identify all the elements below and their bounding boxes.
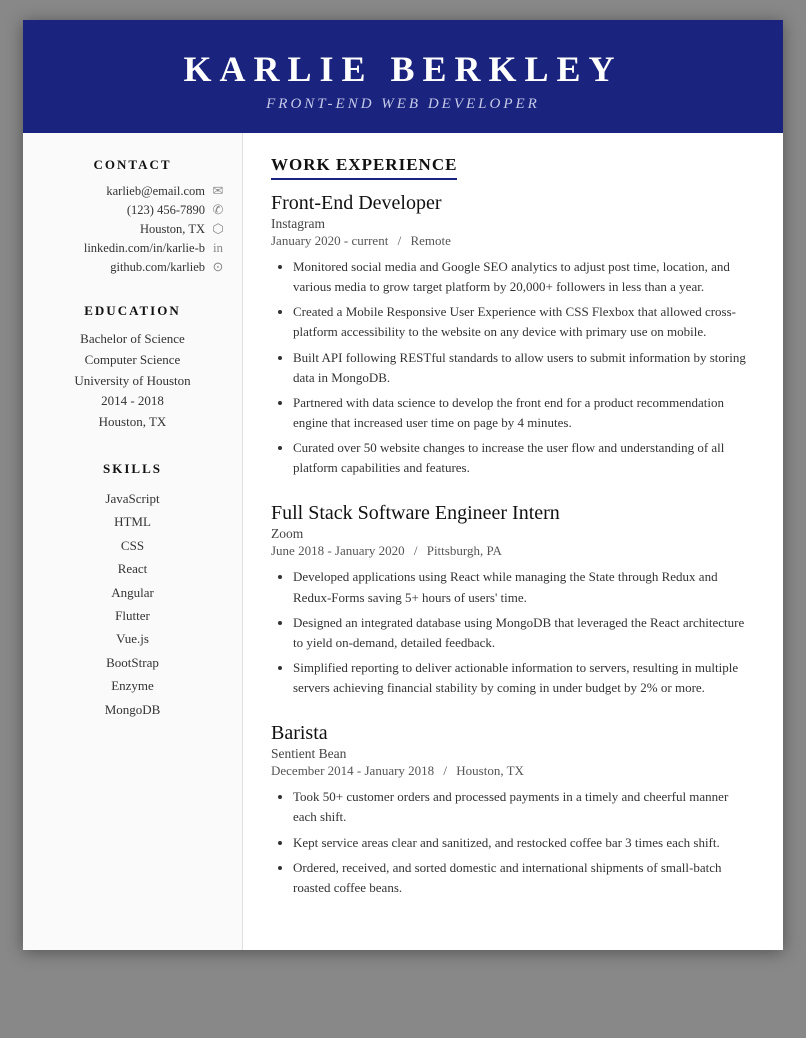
job-location-1: Remote bbox=[410, 233, 450, 248]
skill-html: HTML bbox=[39, 510, 226, 533]
bullet-1-5: Curated over 50 website changes to incre… bbox=[293, 438, 755, 478]
phone-icon: ✆ bbox=[210, 202, 226, 218]
bullet-3-1: Took 50+ customer orders and processed p… bbox=[293, 787, 755, 827]
sidebar: CONTACT karlieb@email.com ✉ (123) 456-78… bbox=[23, 133, 243, 950]
contact-phone: (123) 456-7890 ✆ bbox=[39, 202, 226, 218]
job-bullets-2: Developed applications using React while… bbox=[271, 567, 755, 698]
skill-angular: Angular bbox=[39, 581, 226, 604]
skill-bootstrap: BootStrap bbox=[39, 651, 226, 674]
linkedin-icon: in bbox=[210, 240, 226, 256]
education-degree: Bachelor of Science bbox=[39, 329, 226, 350]
skills-section: SKILLS JavaScript HTML CSS React Angular… bbox=[39, 461, 226, 721]
skill-javascript: JavaScript bbox=[39, 487, 226, 510]
bullet-1-4: Partnered with data science to develop t… bbox=[293, 393, 755, 433]
job-title-1: Front-End Developer bbox=[271, 192, 755, 215]
job-meta-2: June 2018 - January 2020 / Pittsburgh, P… bbox=[271, 543, 755, 559]
job-bullets-3: Took 50+ customer orders and processed p… bbox=[271, 787, 755, 898]
job-company-3: Sentient Bean bbox=[271, 746, 755, 762]
job-company-2: Zoom bbox=[271, 526, 755, 542]
main-content: WORK EXPERIENCE Front-End Developer Inst… bbox=[243, 133, 783, 950]
skill-mongodb: MongoDB bbox=[39, 698, 226, 721]
job-frontend-developer: Front-End Developer Instagram January 20… bbox=[271, 192, 755, 478]
contact-title: CONTACT bbox=[39, 157, 226, 173]
education-section: EDUCATION Bachelor of Science Computer S… bbox=[39, 303, 226, 433]
job-barista: Barista Sentient Bean December 2014 - Ja… bbox=[271, 722, 755, 898]
education-block: Bachelor of Science Computer Science Uni… bbox=[39, 329, 226, 433]
skill-enzyme: Enzyme bbox=[39, 674, 226, 697]
contact-email: karlieb@email.com ✉ bbox=[39, 183, 226, 199]
job-meta-1: January 2020 - current / Remote bbox=[271, 233, 755, 249]
phone-text: (123) 456-7890 bbox=[127, 203, 205, 218]
education-school: University of Houston bbox=[39, 371, 226, 392]
location-text: Houston, TX bbox=[140, 222, 205, 237]
bullet-2-3: Simplified reporting to deliver actionab… bbox=[293, 658, 755, 698]
skill-vuejs: Vue.js bbox=[39, 627, 226, 650]
linkedin-text: linkedin.com/in/karlie-b bbox=[84, 241, 205, 256]
job-bullets-1: Monitored social media and Google SEO an… bbox=[271, 257, 755, 478]
skill-css: CSS bbox=[39, 534, 226, 557]
job-meta-3: December 2014 - January 2018 / Houston, … bbox=[271, 763, 755, 779]
skill-flutter: Flutter bbox=[39, 604, 226, 627]
education-major: Computer Science bbox=[39, 350, 226, 371]
bullet-3-2: Kept service areas clear and sanitized, … bbox=[293, 833, 755, 853]
bullet-1-1: Monitored social media and Google SEO an… bbox=[293, 257, 755, 297]
contact-github: github.com/karlieb ⊙ bbox=[39, 259, 226, 275]
bullet-2-1: Developed applications using React while… bbox=[293, 567, 755, 607]
skill-react: React bbox=[39, 557, 226, 580]
body: CONTACT karlieb@email.com ✉ (123) 456-78… bbox=[23, 133, 783, 950]
education-years: 2014 - 2018 bbox=[39, 391, 226, 412]
header-name: KARLIE BERKLEY bbox=[43, 48, 763, 90]
location-icon: ⬡ bbox=[210, 221, 226, 237]
skills-list: JavaScript HTML CSS React Angular Flutte… bbox=[39, 487, 226, 721]
work-experience-title: WORK EXPERIENCE bbox=[271, 155, 457, 180]
job-date-1: January 2020 - current bbox=[271, 233, 388, 248]
skills-title: SKILLS bbox=[39, 461, 226, 477]
job-company-1: Instagram bbox=[271, 216, 755, 232]
github-text: github.com/karlieb bbox=[110, 260, 205, 275]
bullet-2-2: Designed an integrated database using Mo… bbox=[293, 613, 755, 653]
job-date-2: June 2018 - January 2020 bbox=[271, 543, 405, 558]
contact-section: CONTACT karlieb@email.com ✉ (123) 456-78… bbox=[39, 157, 226, 275]
job-title-3: Barista bbox=[271, 722, 755, 745]
bullet-3-3: Ordered, received, and sorted domestic a… bbox=[293, 858, 755, 898]
email-text: karlieb@email.com bbox=[106, 184, 205, 199]
job-title-2: Full Stack Software Engineer Intern bbox=[271, 502, 755, 525]
job-fullstack-intern: Full Stack Software Engineer Intern Zoom… bbox=[271, 502, 755, 698]
bullet-1-2: Created a Mobile Responsive User Experie… bbox=[293, 302, 755, 342]
bullet-1-3: Built API following RESTful standards to… bbox=[293, 348, 755, 388]
contact-linkedin: linkedin.com/in/karlie-b in bbox=[39, 240, 226, 256]
job-location-2: Pittsburgh, PA bbox=[427, 543, 502, 558]
github-icon: ⊙ bbox=[210, 259, 226, 275]
job-date-3: December 2014 - January 2018 bbox=[271, 763, 434, 778]
education-title: EDUCATION bbox=[39, 303, 226, 319]
header-title: FRONT-END WEB DEVELOPER bbox=[43, 96, 763, 113]
job-location-3: Houston, TX bbox=[456, 763, 524, 778]
contact-location: Houston, TX ⬡ bbox=[39, 221, 226, 237]
header: KARLIE BERKLEY FRONT-END WEB DEVELOPER bbox=[23, 20, 783, 133]
email-icon: ✉ bbox=[210, 183, 226, 199]
resume: KARLIE BERKLEY FRONT-END WEB DEVELOPER C… bbox=[23, 20, 783, 950]
education-location: Houston, TX bbox=[39, 412, 226, 433]
